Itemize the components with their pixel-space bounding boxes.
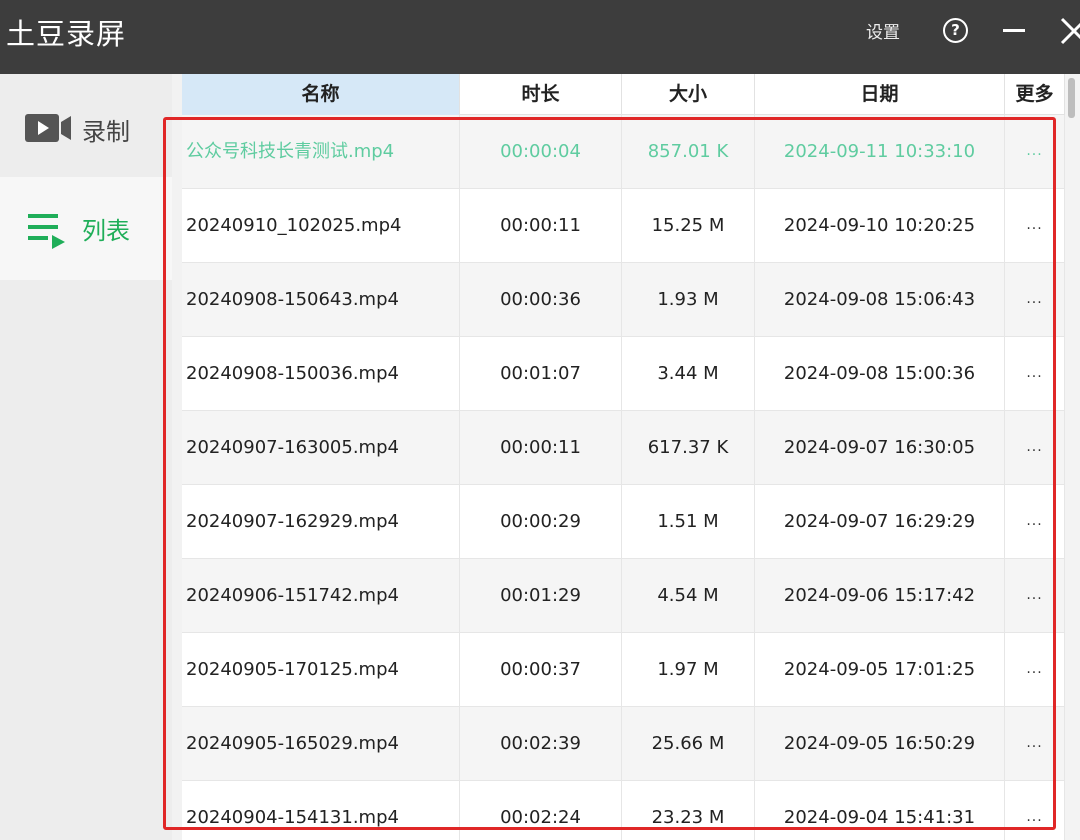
more-options-button[interactable]: ... bbox=[1005, 263, 1065, 336]
size-cell: 23.23 M bbox=[622, 781, 755, 840]
size-cell: 857.01 K bbox=[622, 115, 755, 188]
size-cell: 1.97 M bbox=[622, 633, 755, 706]
duration-cell: 00:00:11 bbox=[460, 411, 622, 484]
column-header-date[interactable]: 日期 bbox=[755, 74, 1005, 115]
recordings-table: 名称 时长 大小 日期 更多 公众号科技长青测试.mp4 00:00:04 857.… bbox=[182, 74, 1080, 840]
sidebar: 录制 列表 bbox=[0, 74, 172, 840]
duration-cell: 00:02:24 bbox=[460, 781, 622, 840]
file-name-cell[interactable]: 20240904-154131.mp4 bbox=[182, 781, 460, 840]
column-header-name[interactable]: 名称 bbox=[182, 74, 460, 115]
column-header-size[interactable]: 大小 bbox=[622, 74, 755, 115]
date-cell: 2024-09-07 16:29:29 bbox=[755, 485, 1005, 558]
file-name-cell[interactable]: 20240907-163005.mp4 bbox=[182, 411, 460, 484]
date-cell: 2024-09-04 15:41:31 bbox=[755, 781, 1005, 840]
file-name-cell[interactable]: 20240910_102025.mp4 bbox=[182, 189, 460, 262]
table-row[interactable]: 20240905-165029.mp4 00:02:39 25.66 M 2024-0… bbox=[182, 707, 1065, 781]
size-cell: 617.37 K bbox=[622, 411, 755, 484]
table-row[interactable]: 公众号科技长青测试.mp4 00:00:04 857.01 K 2024-09-11 … bbox=[182, 115, 1065, 189]
help-icon[interactable]: ? bbox=[943, 18, 968, 43]
size-cell: 1.51 M bbox=[622, 485, 755, 558]
minimize-icon[interactable] bbox=[1003, 19, 1027, 43]
size-cell: 1.93 M bbox=[622, 263, 755, 336]
table-row[interactable]: 20240908-150036.mp4 00:01:07 3.44 M 2024-09… bbox=[182, 337, 1065, 411]
table-row[interactable]: 20240906-151742.mp4 00:01:29 4.54 M 2024-09… bbox=[182, 559, 1065, 633]
duration-cell: 00:00:37 bbox=[460, 633, 622, 706]
file-name-cell[interactable]: 20240908-150643.mp4 bbox=[182, 263, 460, 336]
table-row[interactable]: 20240908-150643.mp4 00:00:36 1.93 M 2024-09… bbox=[182, 263, 1065, 337]
duration-cell: 00:00:11 bbox=[460, 189, 622, 262]
duration-cell: 00:01:07 bbox=[460, 337, 622, 410]
size-cell: 25.66 M bbox=[622, 707, 755, 780]
date-cell: 2024-09-05 17:01:25 bbox=[755, 633, 1005, 706]
date-cell: 2024-09-08 15:06:43 bbox=[755, 263, 1005, 336]
date-cell: 2024-09-11 10:33:10 bbox=[755, 115, 1005, 188]
more-options-button[interactable]: ... bbox=[1005, 559, 1065, 632]
file-name-cell[interactable]: 公众号科技长青测试.mp4 bbox=[182, 115, 460, 188]
scrollbar-thumb[interactable] bbox=[1068, 78, 1075, 118]
size-cell: 4.54 M bbox=[622, 559, 755, 632]
file-name-cell[interactable]: 20240905-165029.mp4 bbox=[182, 707, 460, 780]
file-name-cell[interactable]: 20240908-150036.mp4 bbox=[182, 337, 460, 410]
more-options-button[interactable]: ... bbox=[1005, 411, 1065, 484]
size-cell: 3.44 M bbox=[622, 337, 755, 410]
duration-cell: 00:02:39 bbox=[460, 707, 622, 780]
table-row[interactable]: 20240905-170125.mp4 00:00:37 1.97 M 2024-09… bbox=[182, 633, 1065, 707]
file-name-cell[interactable]: 20240905-170125.mp4 bbox=[182, 633, 460, 706]
more-options-button[interactable]: ... bbox=[1005, 707, 1065, 780]
sidebar-item-label: 列表 bbox=[82, 217, 130, 245]
column-header-more: 更多 bbox=[1005, 74, 1065, 115]
table-header: 名称 时长 大小 日期 更多 bbox=[182, 74, 1080, 115]
table-row[interactable]: 20240907-162929.mp4 00:00:29 1.51 M 2024-09… bbox=[182, 485, 1065, 559]
list-play-icon bbox=[25, 211, 69, 255]
duration-cell: 00:00:04 bbox=[460, 115, 622, 188]
more-options-button[interactable]: ... bbox=[1005, 633, 1065, 706]
more-options-button[interactable]: ... bbox=[1005, 115, 1065, 188]
date-cell: 2024-09-07 16:30:05 bbox=[755, 411, 1005, 484]
table-row[interactable]: 20240904-154131.mp4 00:02:24 23.23 M 2024-0… bbox=[182, 781, 1065, 840]
more-options-button[interactable]: ... bbox=[1005, 337, 1065, 410]
vertical-scrollbar[interactable] bbox=[1065, 74, 1080, 840]
settings-button[interactable]: 设置 bbox=[866, 18, 900, 43]
date-cell: 2024-09-08 15:00:36 bbox=[755, 337, 1005, 410]
sidebar-item-label: 录制 bbox=[82, 118, 130, 146]
duration-cell: 00:00:29 bbox=[460, 485, 622, 558]
date-cell: 2024-09-10 10:20:25 bbox=[755, 189, 1005, 262]
duration-cell: 00:00:36 bbox=[460, 263, 622, 336]
close-icon[interactable] bbox=[1060, 15, 1080, 47]
app-title: 土豆录屏 bbox=[6, 17, 127, 51]
file-name-cell[interactable]: 20240907-162929.mp4 bbox=[182, 485, 460, 558]
file-name-cell[interactable]: 20240906-151742.mp4 bbox=[182, 559, 460, 632]
date-cell: 2024-09-06 15:17:42 bbox=[755, 559, 1005, 632]
more-options-button[interactable]: ... bbox=[1005, 781, 1065, 840]
table-body: 公众号科技长青测试.mp4 00:00:04 857.01 K 2024-09-11 … bbox=[182, 115, 1065, 840]
title-bar: 土豆录屏 设置 ? bbox=[0, 0, 1080, 74]
duration-cell: 00:01:29 bbox=[460, 559, 622, 632]
column-header-duration[interactable]: 时长 bbox=[460, 74, 622, 115]
sidebar-item-list[interactable]: 列表 bbox=[0, 177, 172, 280]
table-row[interactable]: 20240910_102025.mp4 00:00:11 15.25 M 2024-0… bbox=[182, 189, 1065, 263]
sidebar-item-record[interactable]: 录制 bbox=[0, 74, 172, 177]
video-camera-icon bbox=[25, 112, 73, 148]
table-row[interactable]: 20240907-163005.mp4 00:00:11 617.37 K 2024-… bbox=[182, 411, 1065, 485]
more-options-button[interactable]: ... bbox=[1005, 485, 1065, 558]
size-cell: 15.25 M bbox=[622, 189, 755, 262]
more-options-button[interactable]: ... bbox=[1005, 189, 1065, 262]
date-cell: 2024-09-05 16:50:29 bbox=[755, 707, 1005, 780]
